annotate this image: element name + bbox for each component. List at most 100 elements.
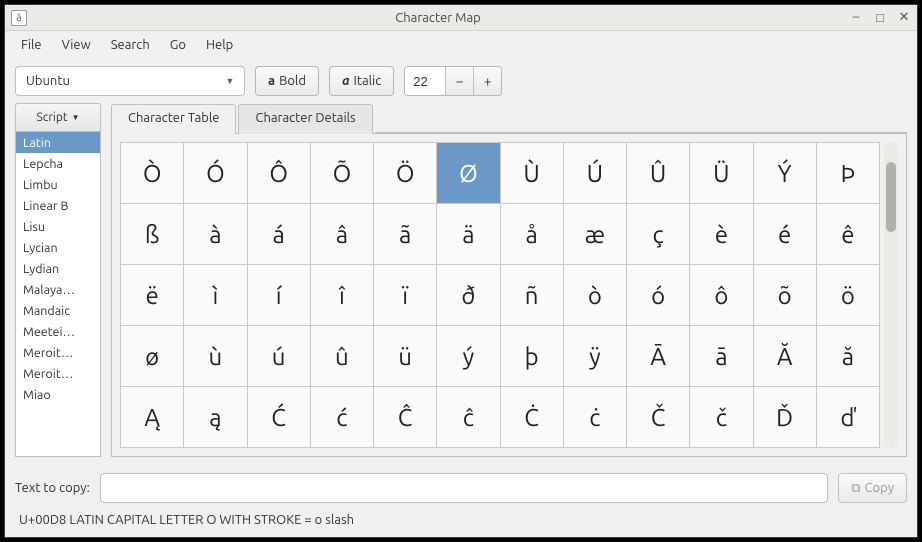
char-cell[interactable]: Č — [627, 387, 690, 448]
script-item[interactable]: Meroit… — [16, 342, 100, 363]
char-cell[interactable]: ú — [248, 326, 311, 387]
char-cell[interactable]: ç — [627, 204, 690, 265]
italic-button[interactable]: a Italic — [329, 66, 394, 96]
char-cell[interactable]: æ — [564, 204, 627, 265]
size-increase-button[interactable]: + — [473, 67, 501, 95]
char-cell[interactable]: å — [501, 204, 564, 265]
text-to-copy-label: Text to copy: — [15, 481, 90, 495]
char-cell[interactable]: ÿ — [564, 326, 627, 387]
char-cell[interactable]: ă — [817, 326, 880, 387]
bold-button[interactable]: a Bold — [255, 66, 319, 96]
menu-view[interactable]: View — [54, 35, 99, 55]
char-cell[interactable]: Ć — [248, 387, 311, 448]
font-size-input[interactable] — [405, 67, 445, 95]
char-cell[interactable]: Ā — [627, 326, 690, 387]
char-cell[interactable]: Õ — [311, 143, 374, 204]
menu-help[interactable]: Help — [198, 35, 241, 55]
char-cell[interactable]: â — [311, 204, 374, 265]
char-cell[interactable]: Û — [627, 143, 690, 204]
char-cell[interactable]: ê — [817, 204, 880, 265]
scrollbar-thumb[interactable] — [886, 162, 896, 232]
char-cell[interactable]: ć — [311, 387, 374, 448]
char-cell[interactable]: Ó — [184, 143, 247, 204]
script-list[interactable]: LatinLepchaLimbuLinear BLisuLycianLydian… — [15, 131, 101, 457]
char-cell[interactable]: Ù — [501, 143, 564, 204]
char-cell[interactable]: Ö — [374, 143, 437, 204]
script-item[interactable]: Mandaic — [16, 300, 100, 321]
char-cell[interactable]: é — [754, 204, 817, 265]
char-cell[interactable]: Ú — [564, 143, 627, 204]
copy-button[interactable]: ⧉ Copy — [838, 473, 907, 503]
char-cell[interactable]: ð — [437, 265, 500, 326]
font-size-stepper[interactable]: − + — [404, 66, 502, 96]
script-item[interactable]: Malaya… — [16, 279, 100, 300]
char-cell[interactable]: ý — [437, 326, 500, 387]
char-cell[interactable]: ß — [121, 204, 184, 265]
char-cell[interactable]: á — [248, 204, 311, 265]
char-cell[interactable]: õ — [754, 265, 817, 326]
text-to-copy-input[interactable] — [100, 473, 829, 503]
char-cell[interactable]: ø — [121, 326, 184, 387]
char-cell[interactable]: û — [311, 326, 374, 387]
script-item[interactable]: Limbu — [16, 174, 100, 195]
font-combo[interactable]: Ubuntu ▼ — [15, 66, 245, 96]
char-cell[interactable]: ĉ — [437, 387, 500, 448]
char-cell[interactable]: Ý — [754, 143, 817, 204]
close-button[interactable]: ✕ — [897, 10, 911, 25]
char-cell[interactable]: è — [690, 204, 753, 265]
char-cell[interactable]: ü — [374, 326, 437, 387]
script-item[interactable]: Lydian — [16, 258, 100, 279]
char-cell[interactable]: Þ — [817, 143, 880, 204]
char-cell[interactable]: ą — [184, 387, 247, 448]
script-item[interactable]: Lisu — [16, 216, 100, 237]
minimize-button[interactable]: – — [849, 10, 863, 25]
menubar: FileViewSearchGoHelp — [5, 31, 917, 59]
char-cell[interactable]: þ — [501, 326, 564, 387]
char-cell[interactable]: ā — [690, 326, 753, 387]
char-cell[interactable]: Ĉ — [374, 387, 437, 448]
char-cell[interactable]: ï — [374, 265, 437, 326]
menu-go[interactable]: Go — [162, 35, 194, 55]
char-cell[interactable]: ď — [817, 387, 880, 448]
char-cell[interactable]: Ü — [690, 143, 753, 204]
script-item[interactable]: Miao — [16, 384, 100, 405]
script-item[interactable]: Lycian — [16, 237, 100, 258]
char-cell[interactable]: Ă — [754, 326, 817, 387]
script-header[interactable]: Script ▼ — [15, 103, 101, 131]
menu-file[interactable]: File — [13, 35, 50, 55]
char-cell[interactable]: ô — [690, 265, 753, 326]
char-cell[interactable]: Ô — [248, 143, 311, 204]
scrollbar[interactable] — [884, 142, 898, 448]
char-cell[interactable]: í — [248, 265, 311, 326]
script-item[interactable]: Latin — [16, 132, 100, 153]
char-cell[interactable]: Ò — [121, 143, 184, 204]
char-cell[interactable]: à — [184, 204, 247, 265]
char-cell[interactable]: ã — [374, 204, 437, 265]
char-cell[interactable]: Ċ — [501, 387, 564, 448]
italic-icon: a — [342, 74, 350, 88]
char-cell[interactable]: î — [311, 265, 374, 326]
script-item[interactable]: Lepcha — [16, 153, 100, 174]
sidebar: Script ▼ LatinLepchaLimbuLinear BLisuLyc… — [15, 103, 101, 457]
char-cell[interactable]: Ø — [437, 143, 500, 204]
char-cell[interactable]: ä — [437, 204, 500, 265]
script-item[interactable]: Linear B — [16, 195, 100, 216]
menu-search[interactable]: Search — [103, 35, 158, 55]
maximize-button[interactable]: □ — [873, 10, 887, 25]
char-cell[interactable]: ì — [184, 265, 247, 326]
char-cell[interactable]: Ą — [121, 387, 184, 448]
char-cell[interactable]: ë — [121, 265, 184, 326]
char-cell[interactable]: ñ — [501, 265, 564, 326]
tab-character-table[interactable]: Character Table — [111, 104, 236, 134]
script-item[interactable]: Meroit… — [16, 363, 100, 384]
char-cell[interactable]: ö — [817, 265, 880, 326]
char-cell[interactable]: č — [690, 387, 753, 448]
char-cell[interactable]: ó — [627, 265, 690, 326]
char-cell[interactable]: Ď — [754, 387, 817, 448]
script-item[interactable]: Meetei… — [16, 321, 100, 342]
size-decrease-button[interactable]: − — [445, 67, 473, 95]
char-cell[interactable]: ù — [184, 326, 247, 387]
char-cell[interactable]: ò — [564, 265, 627, 326]
char-cell[interactable]: ċ — [564, 387, 627, 448]
tab-character-details[interactable]: Character Details — [238, 104, 372, 134]
